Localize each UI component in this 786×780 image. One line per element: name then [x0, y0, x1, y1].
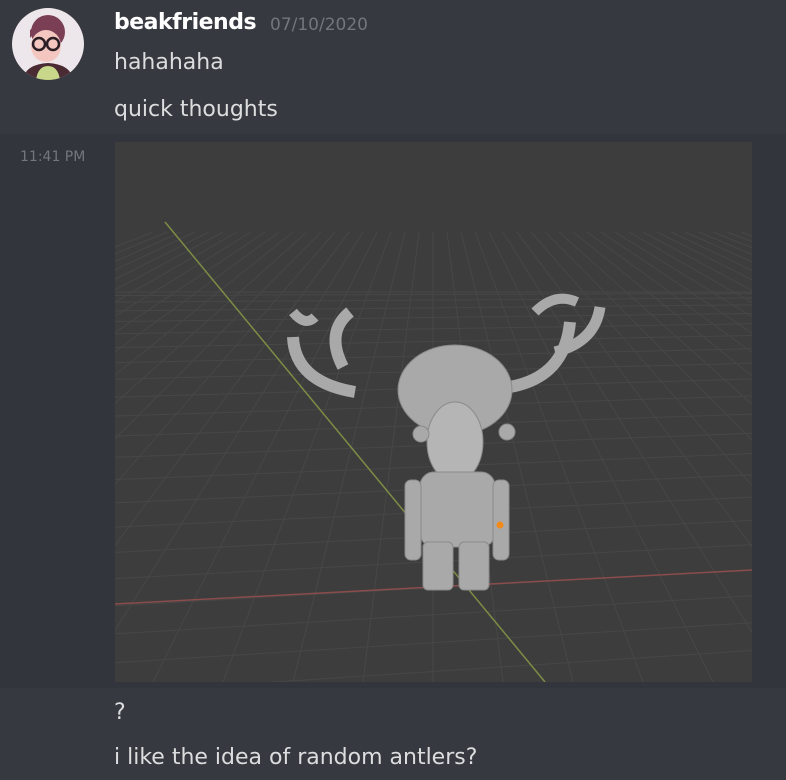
grid-line — [222, 231, 392, 683]
image-attachment[interactable] — [0, 142, 786, 693]
username[interactable]: beakfriends — [114, 10, 257, 35]
message-text: hahahaha — [114, 50, 224, 75]
user-avatar[interactable] — [12, 8, 84, 80]
avatar-illustration — [22, 15, 74, 80]
grid-line — [684, 231, 786, 278]
grid-line — [0, 231, 322, 556]
hover-timestamp: 11:41 PM — [20, 149, 86, 165]
grid-line — [292, 231, 406, 683]
grid-line — [0, 231, 336, 618]
grid-line — [670, 231, 786, 287]
grid-line — [698, 231, 786, 270]
object-origin-dot — [496, 521, 504, 529]
grid-line — [0, 231, 266, 411]
message-text: i like the idea of random antlers? — [114, 745, 478, 770]
message-text: quick thoughts — [114, 97, 278, 122]
grid-line — [726, 231, 786, 256]
grid-line — [628, 231, 786, 323]
message-text: ? — [114, 700, 126, 725]
grid-line — [82, 231, 364, 683]
grid-line — [362, 231, 420, 683]
grid-line — [614, 231, 786, 339]
y-axis-line — [164, 221, 546, 683]
blender-render-image — [0, 221, 786, 693]
message-timestamp: 07/10/2020 — [270, 15, 368, 35]
grid-line — [0, 231, 308, 507]
